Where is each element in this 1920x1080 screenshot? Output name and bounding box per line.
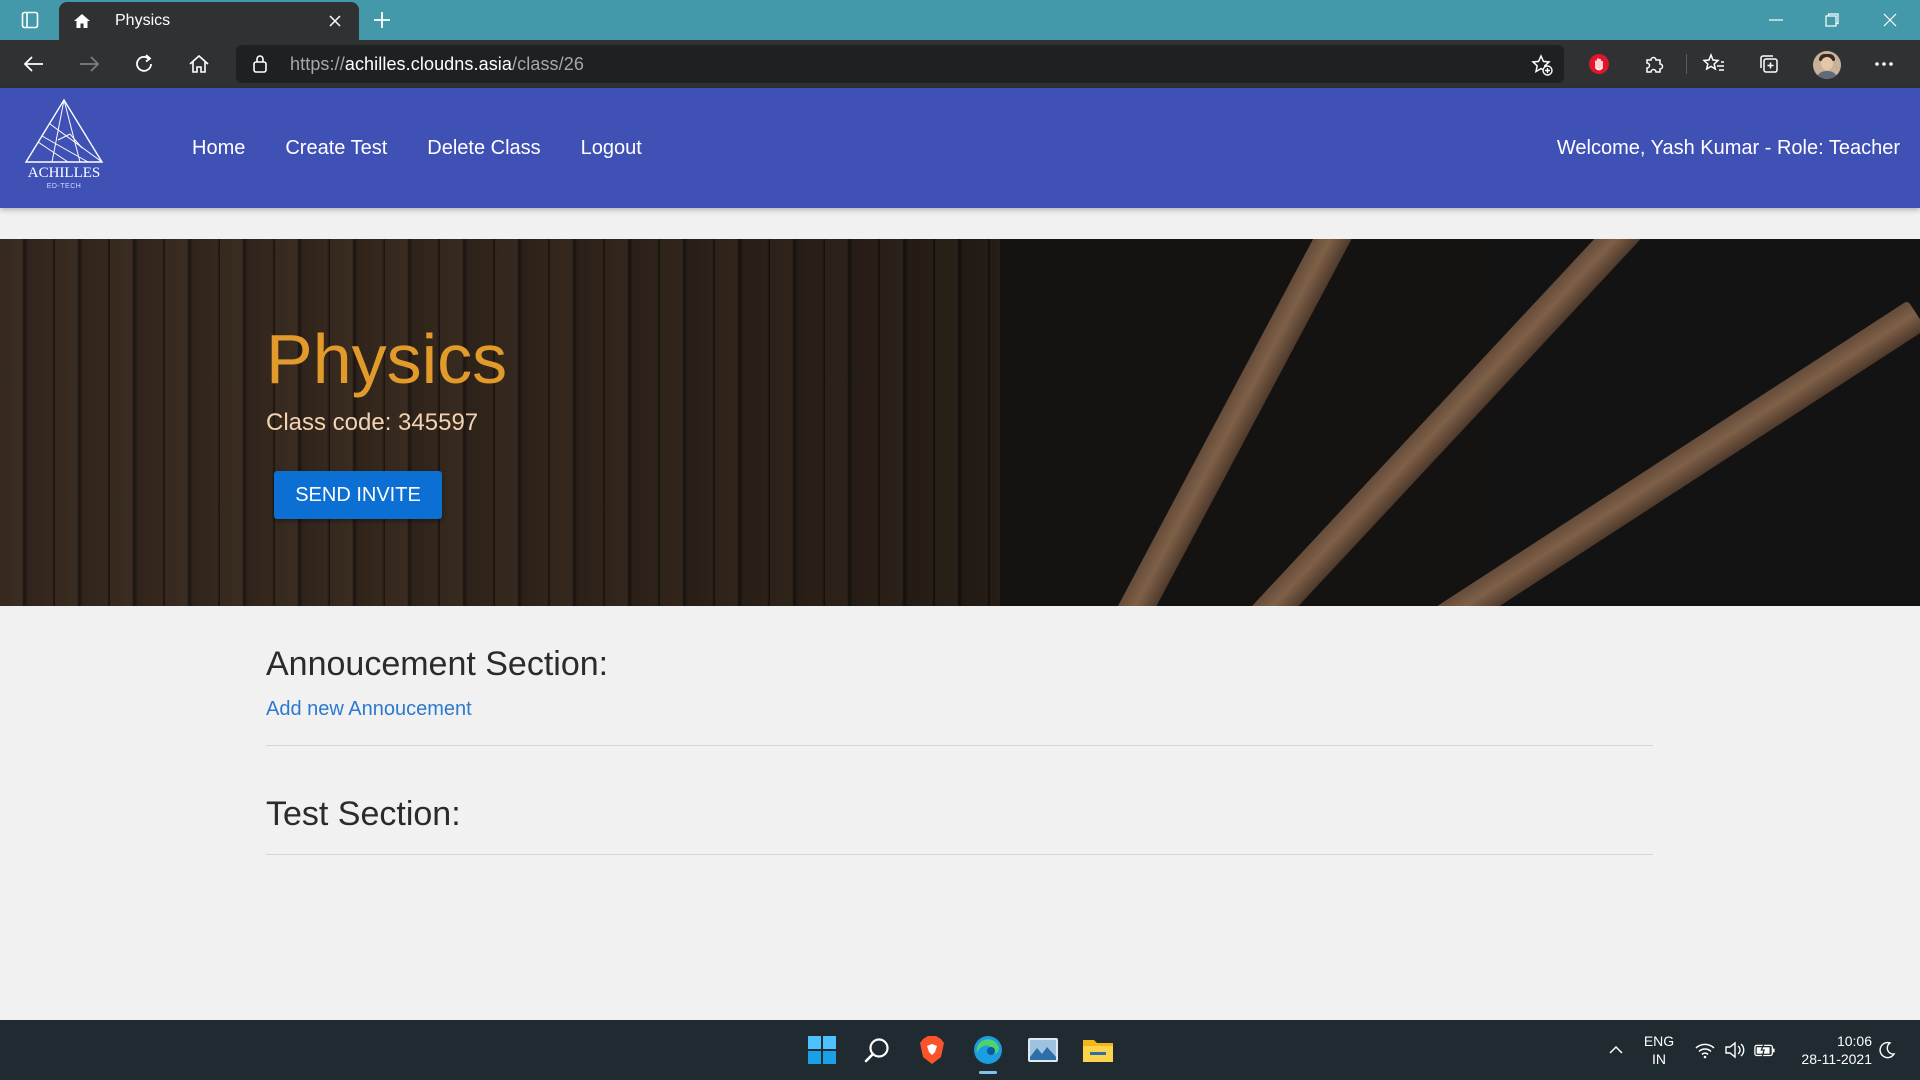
- lang-code: ENG: [1643, 1033, 1675, 1049]
- restore-icon[interactable]: [1804, 0, 1860, 40]
- home-icon[interactable]: [183, 48, 215, 80]
- collections-icon[interactable]: [1753, 48, 1785, 80]
- browser-tab-bar: Physics: [0, 0, 1920, 40]
- minimize-icon[interactable]: [1748, 0, 1804, 40]
- profile-avatar[interactable]: [1813, 51, 1841, 79]
- brave-browser-icon[interactable]: [912, 1030, 952, 1070]
- file-explorer-icon[interactable]: [1078, 1030, 1118, 1070]
- toolbar-divider: [1686, 54, 1687, 74]
- section-divider: [266, 854, 1653, 855]
- more-options-icon[interactable]: [1868, 48, 1900, 80]
- windows-taskbar: ENG IN 10:06 28-11-2021: [0, 1020, 1920, 1080]
- volume-icon[interactable]: [1724, 1040, 1746, 1060]
- class-code: Class code: 345597: [266, 409, 479, 436]
- wifi-icon[interactable]: [1694, 1040, 1716, 1060]
- site-header: ACHILLES ED-TECH Home Create Test Delete…: [0, 88, 1920, 208]
- send-invite-button[interactable]: SEND INVITE: [274, 471, 442, 519]
- class-title: Physics: [266, 320, 508, 398]
- search-icon[interactable]: [857, 1030, 897, 1070]
- clock-time: 10:06: [1836, 1033, 1872, 1049]
- address-bar[interactable]: https://achilles.cloudns.asia/class/26: [236, 45, 1564, 83]
- tab-close-icon[interactable]: [325, 11, 345, 31]
- logo-triangle-icon: [24, 98, 104, 163]
- logo-tagline: ED-TECH: [46, 183, 82, 190]
- clock[interactable]: 10:06 28-11-2021: [1790, 1032, 1872, 1068]
- nav-home[interactable]: Home: [192, 137, 245, 160]
- test-section-title: Test Section:: [266, 795, 461, 833]
- focus-assist-moon-icon[interactable]: [1876, 1040, 1898, 1060]
- achilles-logo[interactable]: ACHILLES ED-TECH: [22, 98, 108, 194]
- welcome-text: Welcome, Yash Kumar - Role: Teacher: [1556, 136, 1900, 159]
- tab-actions-icon[interactable]: [14, 8, 46, 32]
- extensions-puzzle-icon[interactable]: [1638, 48, 1670, 80]
- add-announcement-link[interactable]: Add new Annoucement: [266, 698, 472, 721]
- edge-browser-icon[interactable]: [968, 1030, 1008, 1070]
- nav-create-test[interactable]: Create Test: [285, 137, 387, 160]
- windows-start-icon[interactable]: [802, 1030, 842, 1070]
- tab-title: Physics: [115, 12, 171, 29]
- battery-charging-icon[interactable]: [1754, 1040, 1776, 1060]
- extension-hand-icon[interactable]: [1583, 48, 1615, 80]
- announcement-section-title: Annoucement Section:: [266, 645, 609, 683]
- photos-app-icon[interactable]: [1023, 1030, 1063, 1070]
- favorites-icon[interactable]: [1698, 48, 1730, 80]
- refresh-icon[interactable]: [128, 48, 160, 80]
- lock-icon: [252, 54, 272, 74]
- section-divider: [266, 745, 1653, 746]
- back-arrow-icon[interactable]: [18, 48, 50, 80]
- logo-name: ACHILLES: [27, 165, 101, 181]
- show-hidden-icons-chevron-icon[interactable]: [1605, 1040, 1627, 1060]
- add-favorite-icon[interactable]: [1530, 53, 1554, 77]
- clock-date: 28-11-2021: [1801, 1051, 1872, 1067]
- browser-tab-active[interactable]: Physics: [59, 2, 359, 40]
- browser-toolbar: https://achilles.cloudns.asia/class/26: [0, 40, 1920, 88]
- active-app-indicator: [979, 1071, 997, 1074]
- forward-arrow-icon[interactable]: [73, 48, 105, 80]
- class-hero-banner: Physics Class code: 345597 SEND INVITE: [0, 239, 1920, 606]
- site-home-favicon-icon: [73, 10, 95, 32]
- new-tab-icon[interactable]: [368, 6, 396, 34]
- nav-delete-class[interactable]: Delete Class: [427, 137, 540, 160]
- url-text: https://achilles.cloudns.asia/class/26: [290, 53, 584, 74]
- main-nav: Home Create Test Delete Class Logout: [192, 88, 642, 208]
- close-window-icon[interactable]: [1862, 0, 1918, 40]
- lang-region: IN: [1652, 1051, 1666, 1067]
- input-language-indicator[interactable]: ENG IN: [1641, 1032, 1677, 1068]
- nav-logout[interactable]: Logout: [581, 137, 642, 160]
